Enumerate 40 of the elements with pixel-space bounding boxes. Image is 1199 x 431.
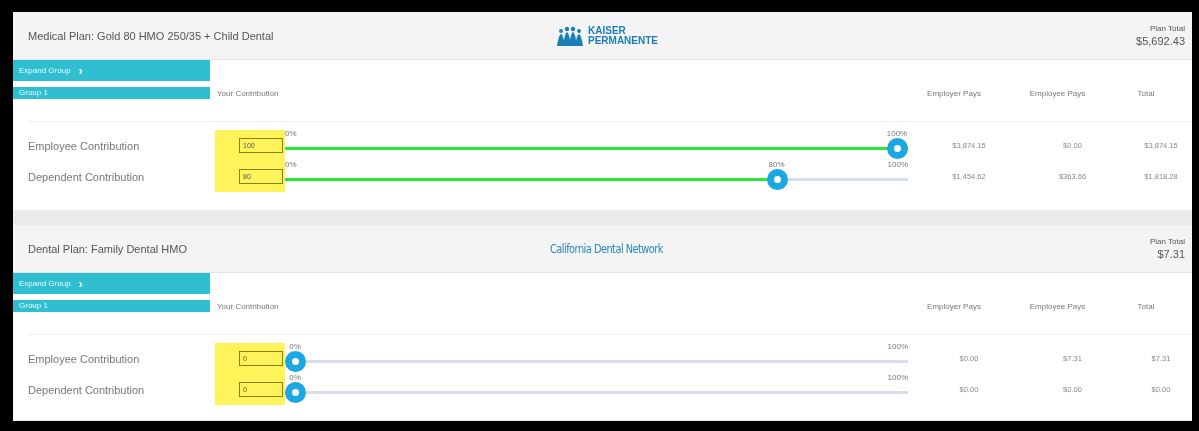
row-label: Employee Contribution <box>28 138 141 154</box>
column-header: Total <box>1136 301 1156 311</box>
column-header: Employee Pays <box>1028 301 1087 311</box>
percent-label: 100% <box>887 373 908 382</box>
slider-thumb[interactable] <box>285 382 306 403</box>
column-header: Employer Pays <box>926 88 982 98</box>
people-logo-icon <box>555 25 585 46</box>
row-label: Employee Contribution <box>28 351 141 367</box>
column-header: Your Contribution <box>216 88 280 98</box>
plan-title: Dental Plan: Family Dental HMO <box>28 242 188 255</box>
slider[interactable]: 0% 80% 100% <box>285 161 908 192</box>
plan-total-value: $7.31 <box>1157 248 1185 260</box>
row-label: Dependent Contribution <box>28 169 146 185</box>
column-header: Total <box>1136 88 1156 98</box>
logo-text: KAISER PERMANENTE <box>588 25 658 46</box>
percent-label: 0% <box>285 160 297 169</box>
percent-label: 0% <box>289 373 301 382</box>
slider-thumb[interactable] <box>285 351 306 372</box>
row-label: Dependent Contribution <box>28 382 146 398</box>
percent-label: 0% <box>285 129 297 138</box>
percent-label: 100% <box>887 160 908 169</box>
column-header: Employer Pays <box>926 301 982 311</box>
column-header: Employee Pays <box>1028 88 1087 98</box>
slider-thumb[interactable] <box>766 169 788 190</box>
slider-thumb[interactable] <box>887 138 908 159</box>
slider[interactable]: 0% 100% <box>285 374 908 405</box>
group-label: Group 1 <box>13 300 210 312</box>
percent-label: 100% <box>887 342 908 351</box>
plan-total-label: Plan Total <box>1150 24 1185 33</box>
group-label: Group 1 <box>13 87 210 99</box>
slider[interactable]: 0% 100% <box>285 343 908 374</box>
plan-title: Medical Plan: Gold 80 HMO 250/35 + Child Dental <box>28 29 275 42</box>
logo-text: California Dental Network <box>550 241 663 256</box>
plan-total-value: $5,692.43 <box>1136 35 1185 47</box>
column-header: Your Contribution <box>216 301 280 311</box>
plan-total-label: Plan Total <box>1150 237 1185 246</box>
percent-label: 100% <box>886 129 908 138</box>
slider[interactable]: 0% 100% <box>285 130 908 161</box>
percent-label: 0% <box>289 342 301 351</box>
percent-label: 80% <box>768 160 785 169</box>
